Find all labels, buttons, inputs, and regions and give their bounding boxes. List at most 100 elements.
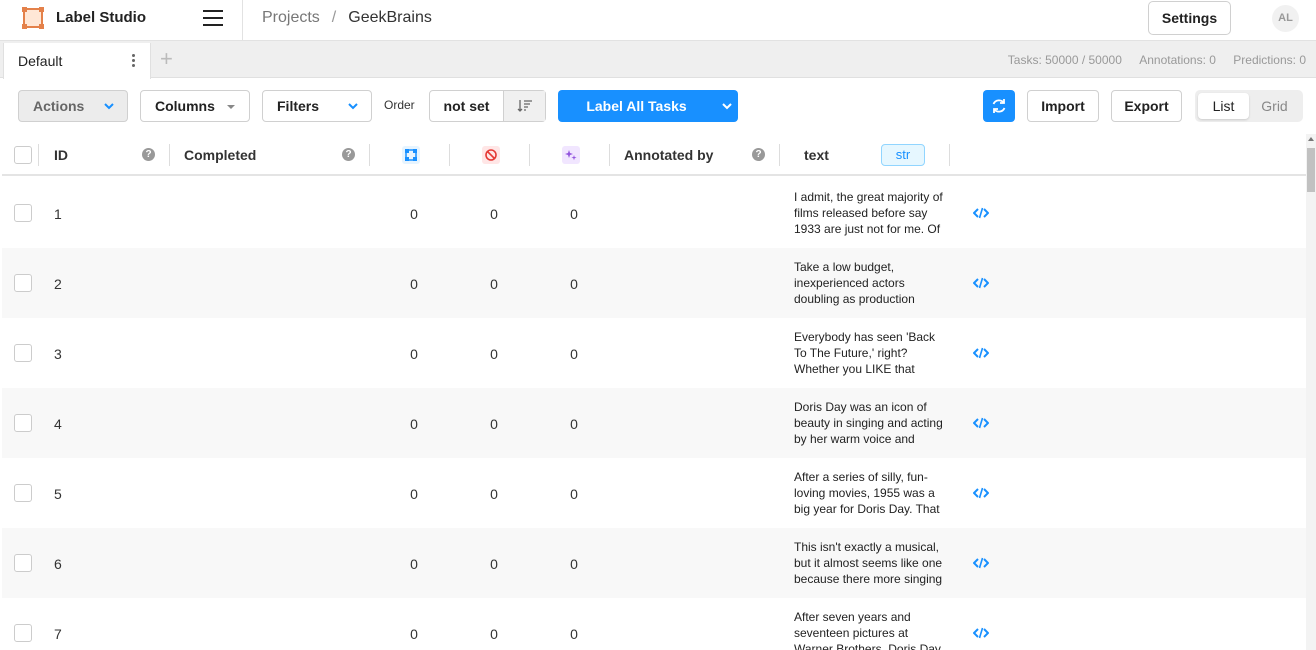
cell-annotations: 0 — [410, 416, 418, 432]
scroll-up-icon[interactable] — [1308, 137, 1314, 141]
cell-predictions: 0 — [570, 276, 578, 292]
order-label: Order — [384, 98, 415, 112]
column-header-text[interactable]: text — [804, 134, 829, 176]
cell-id: 5 — [54, 486, 62, 502]
code-icon[interactable] — [973, 417, 989, 429]
chevron-down-icon — [721, 103, 732, 110]
row-checkbox[interactable] — [14, 414, 32, 432]
code-icon[interactable] — [973, 627, 989, 639]
row-checkbox[interactable] — [14, 274, 32, 292]
cell-id: 1 — [54, 206, 62, 222]
actions-label: Actions — [33, 98, 85, 114]
code-icon[interactable] — [973, 347, 989, 359]
actions-button[interactable]: Actions — [18, 90, 128, 122]
tasks-count: Tasks: 50000 / 50000 — [1007, 53, 1122, 67]
cell-predictions: 0 — [570, 346, 578, 362]
breadcrumb-project[interactable]: GeekBrains — [348, 9, 432, 26]
cell-predictions: 0 — [570, 626, 578, 642]
tasks-table: ID ? Completed ? Annotated by ? text str — [2, 134, 1306, 650]
column-text-label: text — [804, 147, 829, 163]
cell-predictions: 0 — [570, 556, 578, 572]
cell-annotations: 0 — [410, 486, 418, 502]
order-value[interactable]: not set — [430, 91, 504, 121]
table-row[interactable]: 2 0 0 0 Take a low budget, inexperienced act… — [2, 248, 1306, 318]
cell-predictions: 0 — [570, 206, 578, 222]
top-bar: Label Studio Projects / GeekBrains Setting… — [0, 0, 1316, 41]
code-icon[interactable] — [973, 277, 989, 289]
cell-text: Take a low budget, inexperienced actors … — [794, 260, 915, 306]
cell-id: 3 — [54, 346, 62, 362]
column-header-id[interactable]: ID — [54, 134, 68, 176]
cell-cancelled: 0 — [490, 276, 498, 292]
tab-default[interactable]: Default — [3, 43, 151, 79]
annotations-count: Annotations: 0 — [1139, 53, 1216, 67]
columns-button[interactable]: Columns — [140, 90, 250, 122]
column-header-completed[interactable]: Completed — [184, 134, 256, 176]
import-button[interactable]: Import — [1027, 90, 1099, 122]
toolbar: Actions Columns Filters Order not set La… — [0, 78, 1316, 134]
code-icon[interactable] — [973, 557, 989, 569]
filters-label: Filters — [277, 98, 320, 114]
table-row[interactable]: 6 0 0 0 This isn't exactly a musical, but it… — [2, 528, 1306, 598]
cell-text: Doris Day was an icon of beauty in singi… — [794, 400, 943, 446]
column-type-badge: str — [881, 144, 925, 166]
scroll-thumb[interactable] — [1307, 148, 1315, 192]
code-icon[interactable] — [973, 487, 989, 499]
export-button[interactable]: Export — [1111, 90, 1182, 122]
column-header-annotated-by[interactable]: Annotated by — [624, 134, 713, 176]
cell-annotations: 0 — [410, 556, 418, 572]
row-checkbox[interactable] — [14, 344, 32, 362]
view-list-option[interactable]: List — [1198, 93, 1249, 119]
cell-id: 4 — [54, 416, 62, 432]
label-all-tasks-label[interactable]: Label All Tasks — [558, 90, 715, 122]
cell-text: After a series of silly, fun-loving movi… — [794, 470, 940, 516]
table-row[interactable]: 4 0 0 0 Doris Day was an icon of beauty in s… — [2, 388, 1306, 458]
help-icon[interactable]: ? — [142, 148, 155, 161]
row-checkbox[interactable] — [14, 554, 32, 572]
avatar[interactable]: AL — [1272, 5, 1299, 32]
breadcrumb: Projects / GeekBrains — [262, 9, 432, 27]
order-select[interactable]: not set — [429, 90, 546, 122]
row-checkbox[interactable] — [14, 204, 32, 222]
cell-cancelled: 0 — [490, 206, 498, 222]
scrollbar[interactable] — [1306, 134, 1316, 650]
cell-cancelled: 0 — [490, 346, 498, 362]
filters-button[interactable]: Filters — [262, 90, 372, 122]
column-completed-label: Completed — [184, 147, 257, 163]
table-row[interactable]: 3 0 0 0 Everybody has seen 'Back To The Futu… — [2, 318, 1306, 388]
menu-icon[interactable] — [203, 10, 223, 26]
cell-text: This isn't exactly a musical, but it alm… — [794, 540, 943, 586]
add-tab-icon[interactable]: + — [160, 48, 173, 70]
cell-id: 6 — [54, 556, 62, 572]
caret-down-icon — [227, 105, 235, 109]
cell-cancelled: 0 — [490, 626, 498, 642]
label-studio-logo-icon — [22, 7, 44, 29]
cancelled-icon[interactable] — [482, 146, 500, 164]
tab-label: Default — [18, 53, 63, 69]
table-row[interactable]: 7 0 0 0 After seven years and seventeen pict… — [2, 598, 1306, 650]
code-icon[interactable] — [973, 207, 989, 219]
select-all-checkbox[interactable] — [14, 146, 32, 164]
brand[interactable]: Label Studio — [0, 0, 243, 41]
refresh-button[interactable] — [983, 90, 1015, 122]
task-stats: Tasks: 50000 / 50000 Annotations: 0 Pred… — [994, 53, 1306, 67]
row-checkbox[interactable] — [14, 624, 32, 642]
breadcrumb-projects[interactable]: Projects — [262, 9, 320, 26]
row-checkbox[interactable] — [14, 484, 32, 502]
table-row[interactable]: 1 0 0 0 I admit, the great majority of films… — [2, 178, 1306, 248]
view-grid-option[interactable]: Grid — [1249, 93, 1300, 119]
label-all-dropdown[interactable] — [715, 90, 738, 122]
predictions-icon[interactable] — [562, 146, 580, 164]
tab-bar: Default + Tasks: 50000 / 50000 Annotatio… — [0, 41, 1316, 79]
cell-text: Everybody has seen 'Back To The Future,'… — [794, 330, 936, 376]
label-all-tasks-button[interactable]: Label All Tasks — [558, 90, 738, 122]
help-icon[interactable]: ? — [342, 148, 355, 161]
table-row[interactable]: 5 0 0 0 After a series of silly, fun-loving … — [2, 458, 1306, 528]
tab-options-icon[interactable] — [132, 54, 136, 68]
sort-direction-button[interactable] — [504, 91, 545, 121]
help-icon[interactable]: ? — [752, 148, 765, 161]
settings-button[interactable]: Settings — [1148, 1, 1231, 35]
app-name: Label Studio — [56, 9, 146, 26]
annotations-icon[interactable] — [402, 146, 420, 164]
cell-text: I admit, the great majority of films rel… — [794, 190, 943, 236]
